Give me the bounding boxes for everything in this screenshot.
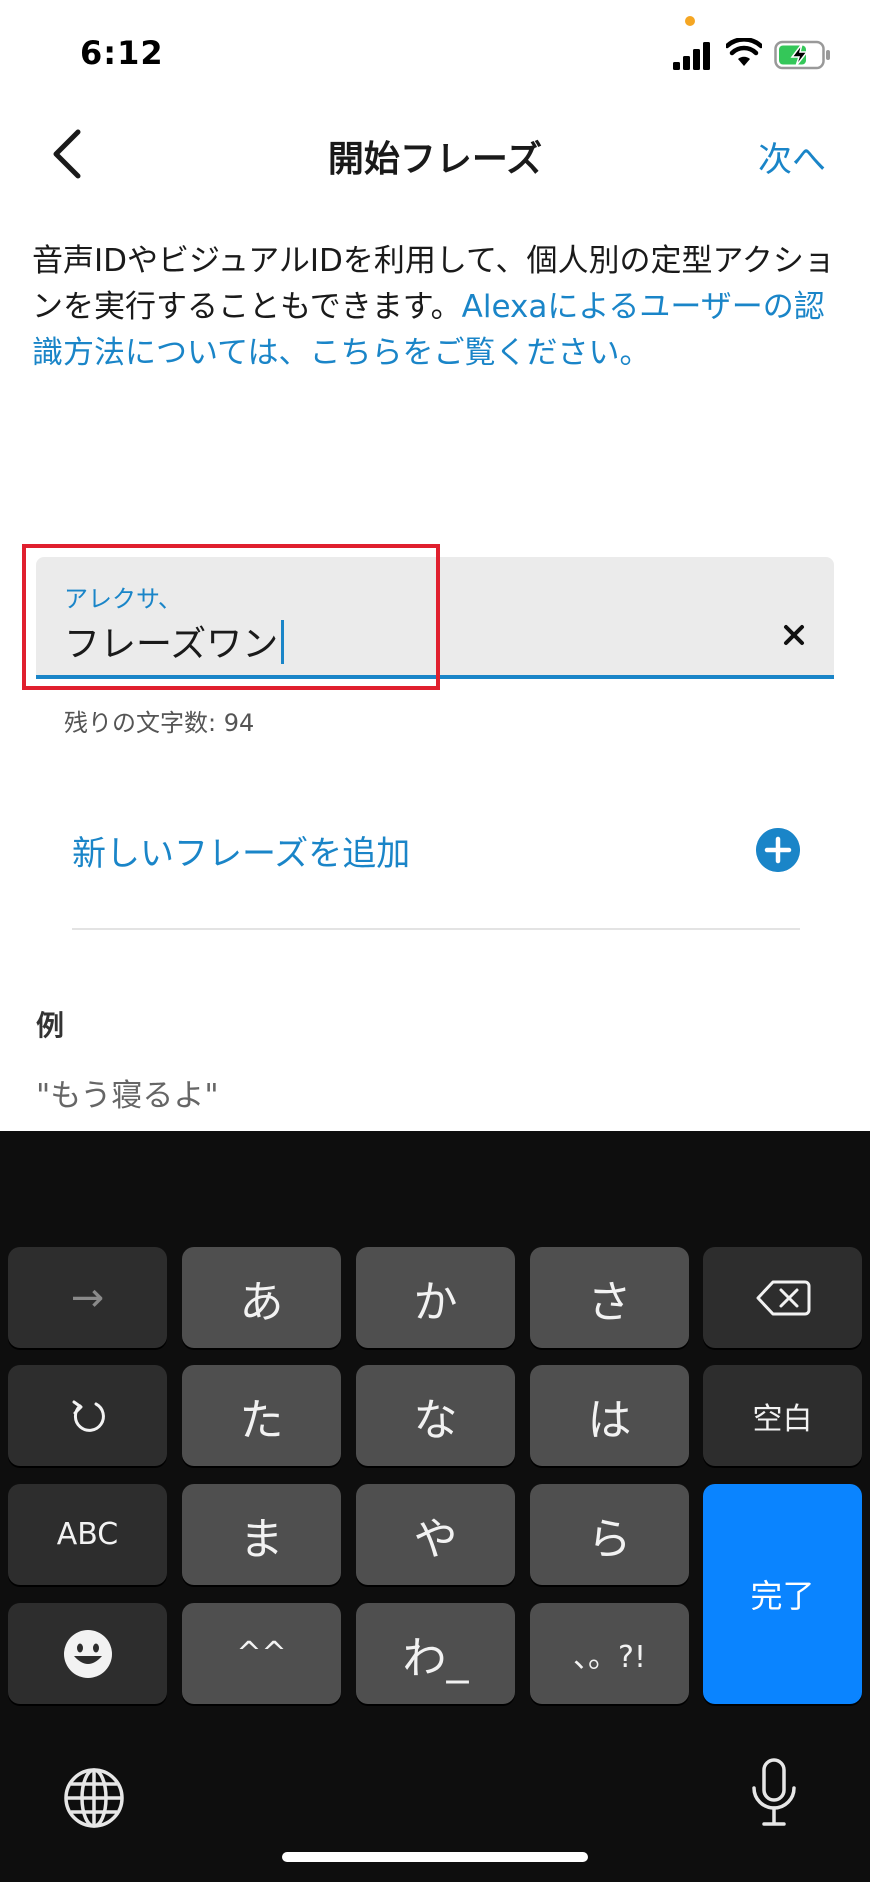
undo-icon (72, 1400, 105, 1432)
battery-charging-icon (774, 40, 830, 70)
key-ta[interactable]: た (182, 1365, 341, 1466)
key-na[interactable]: な (356, 1365, 515, 1466)
key-sa[interactable]: さ (530, 1247, 689, 1348)
emoji-icon (63, 1629, 112, 1678)
status-bar: 6:12 (0, 0, 870, 110)
clear-icon[interactable] (776, 617, 812, 653)
key-ra[interactable]: ら (530, 1484, 689, 1585)
key-ya[interactable]: や (356, 1484, 515, 1585)
key-arrow-right[interactable]: → (8, 1247, 167, 1348)
key-ka[interactable]: か (356, 1247, 515, 1348)
microphone-icon[interactable] (748, 1758, 800, 1830)
highlight-annotation-box (22, 544, 440, 690)
key-done[interactable]: 完了 (703, 1484, 862, 1704)
key-arrow-label: → (70, 1274, 105, 1321)
example-heading: 例 (36, 1009, 65, 1042)
delete-backspace-icon (756, 1280, 810, 1315)
status-time: 6:12 (80, 34, 164, 72)
key-emoji[interactable] (8, 1603, 167, 1704)
wifi-icon (726, 38, 762, 66)
key-ma[interactable]: ま (182, 1484, 341, 1585)
key-undo[interactable] (8, 1365, 167, 1466)
add-phrase-button[interactable]: 新しいフレーズを追加 (72, 820, 800, 884)
divider (72, 928, 800, 930)
key-ha[interactable]: は (530, 1365, 689, 1466)
next-button[interactable]: 次へ (758, 132, 826, 181)
globe-icon[interactable] (62, 1766, 126, 1830)
example-text: "もう寝るよ" (36, 1078, 219, 1114)
key-kaomoji[interactable]: ^^ (182, 1603, 341, 1704)
remaining-char-count: 残りの文字数: 94 (64, 709, 255, 737)
key-space[interactable]: 空白 (703, 1365, 862, 1466)
page-title: 開始フレーズ (327, 139, 543, 180)
add-phrase-label: 新しいフレーズを追加 (72, 834, 411, 874)
mic-indicator-dot (685, 16, 695, 26)
key-punctuation[interactable]: 、。?! (530, 1603, 689, 1704)
key-abc[interactable]: ABC (8, 1484, 167, 1585)
home-indicator[interactable] (282, 1852, 588, 1862)
key-wa[interactable]: わ_ (356, 1603, 515, 1704)
plus-circle-icon[interactable] (756, 828, 800, 872)
description-text: 音声IDやビジュアルIDを利用して、個人別の定型アクションを実行することもできま… (32, 238, 838, 376)
key-delete[interactable] (703, 1247, 862, 1348)
cellular-signal-icon (673, 42, 710, 70)
key-a[interactable]: あ (182, 1247, 341, 1348)
